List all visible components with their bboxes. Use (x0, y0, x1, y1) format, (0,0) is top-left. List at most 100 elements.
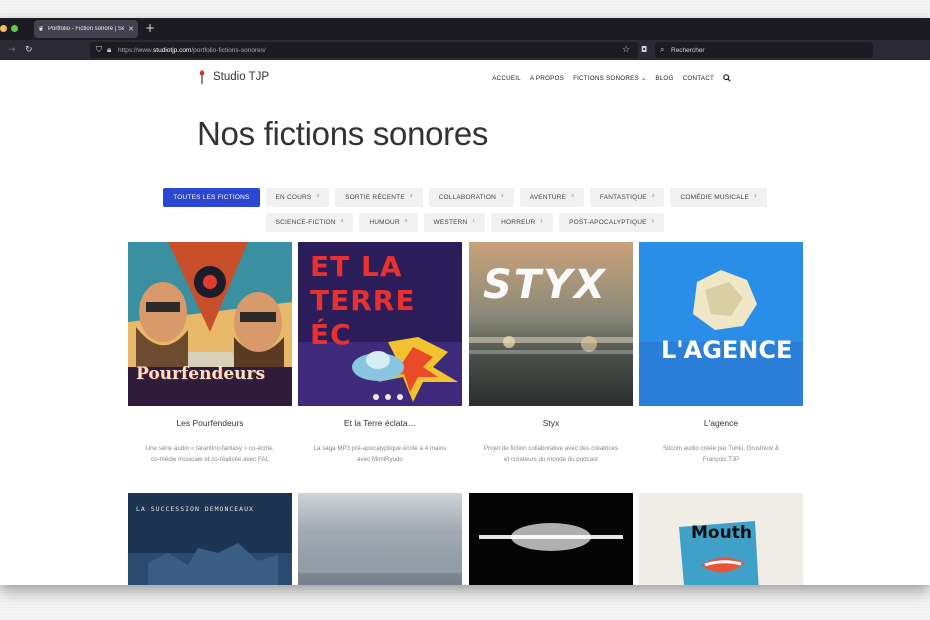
portfolio-card[interactable]: LA SUCCESSION DEMONCEAUX (128, 493, 292, 585)
filter-chip-label: POST-APOCALYPTIQUE (569, 219, 647, 226)
menu-item-fictions-sonores[interactable]: FICTIONS SONORES ⌄ (573, 75, 646, 82)
card-title[interactable]: Styx (469, 418, 633, 428)
portfolio-card[interactable]: Mouth (639, 493, 803, 585)
card-title[interactable]: Et la Terre éclata… (298, 418, 462, 428)
filter-count-badge: 4 (651, 193, 655, 198)
cover-text: LA SUCCESSION DEMONCEAUX (136, 505, 254, 513)
search-icon[interactable] (723, 74, 731, 82)
browser-tab[interactable]: ❦ Portfolio - Fiction sonore | Séri ✕ (34, 20, 138, 38)
filter-row: TOUTES LES FICTIONS EN COURS 3 SORTIE RÉCEN… (0, 188, 930, 207)
filter-chip-collaboration[interactable]: COLLABORATION 4 (428, 188, 514, 207)
tab-title: Portfolio - Fiction sonore | Séri (48, 26, 125, 32)
filter-chip-western[interactable]: WESTERN 1 (423, 213, 486, 232)
favicon-icon: ❦ (38, 25, 44, 33)
filter-chip-comédie-musicale[interactable]: COMÉDIE MUSICALE 1 (670, 188, 767, 207)
cover-image-et-la-terre-eclata[interactable]: ET LA TERRE ÉC (298, 242, 462, 406)
cover-text: L'AGENCE (661, 336, 793, 364)
filter-chip-label: TOUTES LES FICTIONS (173, 194, 250, 201)
filter-count-badge: 1 (472, 218, 476, 223)
filter-count-badge: 4 (340, 218, 344, 223)
search-input[interactable]: Rechercher (671, 47, 705, 54)
menu-item-accueil[interactable]: ACCUEIL (492, 75, 521, 82)
cover-image-styx[interactable]: STYX (469, 242, 633, 406)
cover-text: Pourfendeurs (136, 364, 266, 384)
lock-icon[interactable]: 🔒︎ (107, 45, 111, 55)
new-tab-icon[interactable]: + (145, 21, 155, 35)
search-bar[interactable]: ⌕ Rechercher (655, 42, 873, 58)
url-text: https://www.studiotjp.com/portfolio-fict… (118, 46, 266, 54)
shield-icon[interactable]: ⛉ (96, 45, 102, 55)
card-title[interactable]: L'agence (639, 418, 803, 428)
web-page: Studio TJP ACCUEIL A PROPOS FICTIONS SON… (0, 60, 930, 585)
forward-icon[interactable]: → (8, 45, 16, 55)
minimize-button[interactable] (0, 25, 7, 32)
card-description: Une série audio « tarantino-fantasy » co… (145, 445, 275, 463)
main-menu: ACCUEIL A PROPOS FICTIONS SONORES ⌄ BLOG… (492, 74, 731, 82)
bookmark-star-icon[interactable]: ☆ (622, 45, 630, 55)
filter-chip-horreur[interactable]: HORREUR 1 (491, 213, 554, 232)
reload-icon[interactable]: ↻ (25, 45, 33, 55)
cover-image-la-succession-demonceaux[interactable]: LA SUCCESSION DEMONCEAUX (128, 493, 292, 585)
site-logo[interactable]: Studio TJP (197, 70, 269, 84)
cover-image-misty[interactable] (298, 493, 462, 585)
cover-text: Mouth (691, 523, 752, 543)
portfolio-card[interactable]: STYX Styx Projet de fiction collaborativ… (469, 242, 633, 465)
portfolio-card[interactable] (469, 493, 633, 585)
zoom-button[interactable] (11, 25, 18, 32)
page-title: Nos fictions sonores (197, 115, 489, 152)
filter-chip-post-apocalyptique[interactable]: POST-APOCALYPTIQUE 1 (559, 213, 665, 232)
filter-chip-label: SORTIE RÉCENTE (345, 194, 405, 201)
filter-count-badge: 5 (404, 218, 408, 223)
filter-count-badge: 1 (754, 193, 757, 198)
cover-text: ET LA TERRE ÉC (310, 250, 416, 351)
filter-chip-label: HORREUR (501, 219, 536, 226)
filter-bar: TOUTES LES FICTIONS EN COURS 3 SORTIE RÉCEN… (0, 188, 930, 238)
close-icon[interactable]: ✕ (128, 25, 134, 33)
filter-count-badge: 1 (540, 218, 544, 223)
url-bar[interactable]: ⛉ 🔒︎ https://www.studiotjp.com/portfolio… (90, 42, 638, 58)
portfolio-card[interactable]: ET LA TERRE ÉC Et la Terre éclata… La sa… (298, 242, 462, 465)
search-icon: ⌕ (660, 45, 665, 54)
filter-chip-label: FANTASTIQUE (599, 194, 647, 201)
card-description: La saga MP3 pré-apocalyptique écrite à 4… (313, 445, 447, 463)
cover-image-dark-sound[interactable] (469, 493, 633, 585)
portfolio-card[interactable]: L'AGENCE L'agence Sitcom audio créée par… (639, 242, 803, 465)
filter-chip-label: COMÉDIE MUSICALE (680, 194, 750, 201)
filter-chip-label: AVENTURE (529, 194, 567, 201)
filter-count-badge: 3 (409, 193, 413, 198)
filter-chip-en-cours[interactable]: EN COURS 3 (265, 188, 330, 207)
menu-item-contact[interactable]: CONTACT (683, 75, 714, 82)
nav-bar: → ↻ ⛉ 🔒︎ https://www.studiotjp.com/portf… (0, 40, 930, 60)
cover-image-pourfendeurs[interactable]: Pourfendeurs (128, 242, 292, 406)
cover-text: STYX (483, 262, 607, 308)
filter-chip-fantastique[interactable]: FANTASTIQUE 4 (589, 188, 665, 207)
filter-chip-sortie-récente[interactable]: SORTIE RÉCENTE 3 (335, 188, 423, 207)
filter-chip-humour[interactable]: HUMOUR 5 (359, 213, 418, 232)
logo-icon (199, 70, 205, 84)
filter-chip-label: WESTERN (433, 219, 468, 226)
filter-chip-toutes-les-fictions[interactable]: TOUTES LES FICTIONS (163, 188, 260, 207)
filter-chip-label: HUMOUR (369, 219, 400, 226)
filter-chip-label: COLLABORATION (438, 194, 496, 201)
filter-count-badge: 4 (500, 193, 504, 198)
menu-item-blog[interactable]: BLOG (655, 75, 673, 82)
menu-item-a-propos[interactable]: A PROPOS (530, 75, 564, 82)
filter-chip-label: SCIENCE-FICTION (275, 219, 336, 226)
site-header: Studio TJP ACCUEIL A PROPOS FICTIONS SON… (197, 70, 737, 90)
card-title[interactable]: Les Pourfendeurs (128, 418, 292, 428)
logo-text: Studio TJP (213, 71, 270, 83)
filter-row: SCIENCE-FICTION 4 HUMOUR 5 WESTERN 1 HORREUR 1 P… (0, 213, 930, 232)
filter-chip-science-fiction[interactable]: SCIENCE-FICTION 4 (265, 213, 354, 232)
cover-image-mouth[interactable]: Mouth (639, 493, 803, 585)
portfolio-card[interactable] (298, 493, 462, 585)
cover-image-lagence[interactable]: L'AGENCE (639, 242, 803, 406)
filter-count-badge: 3 (571, 193, 574, 198)
filter-count-badge: 3 (316, 193, 320, 198)
card-description: Sitcom audio créée par Tuhki, Grushkov &… (663, 445, 779, 463)
pocket-icon[interactable]: ◘ (641, 45, 647, 55)
filter-count-badge: 1 (651, 218, 655, 223)
window-controls (0, 25, 18, 32)
filter-chip-aventure[interactable]: AVENTURE 3 (519, 188, 584, 207)
portfolio-card[interactable]: Pourfendeurs Les Pourfendeurs Une série … (128, 242, 292, 465)
browser-window: ❦ Portfolio - Fiction sonore | Séri ✕ + … (0, 18, 930, 585)
